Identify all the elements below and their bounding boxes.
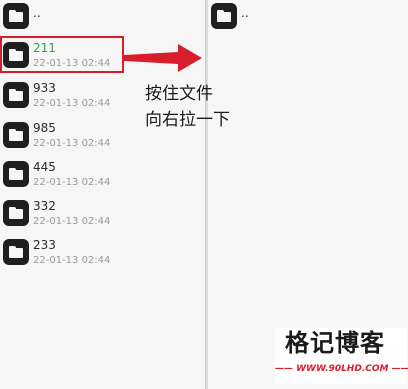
parent-folder-label: .. <box>241 6 249 20</box>
file-name: 933 <box>33 81 56 95</box>
file-name: 332 <box>33 199 56 213</box>
watermark-title: 格记博客 <box>285 329 385 357</box>
file-date: 22-01-13 02:44 <box>33 177 111 188</box>
file-date: 22-01-13 02:44 <box>33 255 111 266</box>
drag-arrow-icon <box>124 44 202 72</box>
file-date: 22-01-13 02:44 <box>33 138 111 149</box>
instruction-line-2: 向右拉一下 <box>145 110 230 130</box>
folder-icon <box>211 3 237 29</box>
file-name: 445 <box>33 160 56 174</box>
parent-folder-row[interactable]: .. <box>0 0 205 38</box>
folder-icon <box>3 161 29 187</box>
instruction-line-1: 按住文件 <box>145 84 213 104</box>
file-row[interactable]: 445 22-01-13 02:44 <box>0 157 205 195</box>
file-name: 985 <box>33 121 56 135</box>
file-row[interactable]: 233 22-01-13 02:44 <box>0 235 205 273</box>
selected-file-highlight <box>0 36 124 73</box>
file-row[interactable]: 332 22-01-13 02:44 <box>0 196 205 234</box>
file-name: 233 <box>33 238 56 252</box>
parent-folder-row[interactable]: .. <box>208 0 408 38</box>
folder-icon <box>3 82 29 108</box>
parent-folder-label: .. <box>33 6 41 20</box>
folder-icon <box>3 3 29 29</box>
watermark: 格记博客 —— WWW.90LHD.COM —— <box>275 328 408 384</box>
folder-icon <box>3 122 29 148</box>
folder-icon <box>3 239 29 265</box>
file-date: 22-01-13 02:44 <box>33 98 111 109</box>
watermark-url: —— WWW.90LHD.COM —— <box>275 364 408 374</box>
file-date: 22-01-13 02:44 <box>33 216 111 227</box>
folder-icon <box>3 200 29 226</box>
